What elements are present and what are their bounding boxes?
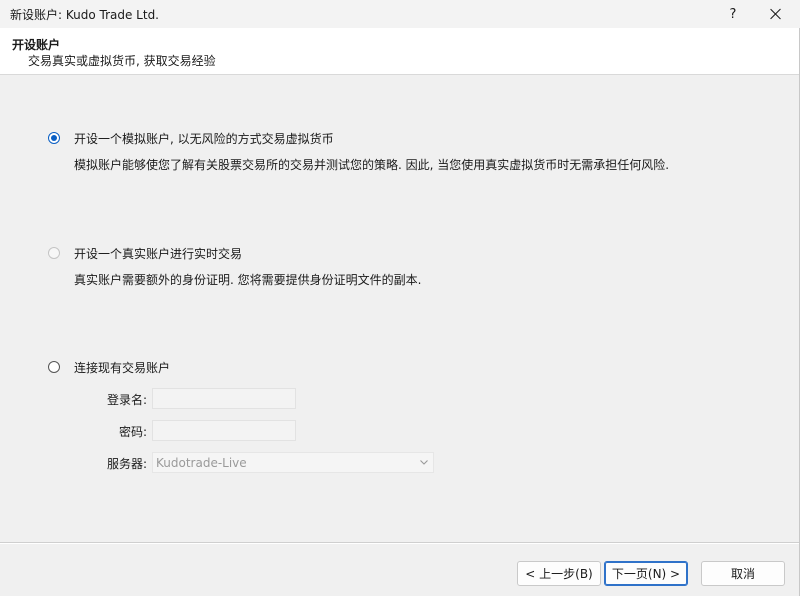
radio-demo-account[interactable] (48, 132, 60, 144)
radio-real-account[interactable] (48, 247, 60, 259)
title-bar: 新设账户: Kudo Trade Ltd. ? (0, 0, 800, 28)
chevron-down-icon (420, 460, 428, 465)
server-selected-value: Kudotrade-Live (156, 456, 247, 470)
radio-existing-account[interactable] (48, 361, 60, 373)
option-real-description: 真实账户需要额外的身份证明. 您将需要提供身份证明文件的副本. (74, 273, 422, 287)
login-label: 登录名: (107, 393, 148, 407)
page-title: 开设账户 (12, 38, 61, 52)
server-select[interactable]: Kudotrade-Live (152, 452, 434, 473)
next-button[interactable]: 下一页(N) > (604, 561, 688, 586)
login-input[interactable] (152, 388, 296, 409)
help-button[interactable]: ? (710, 0, 756, 28)
cancel-button[interactable]: 取消 (701, 561, 785, 586)
page-subtitle: 交易真实或虚拟货币, 获取交易经验 (28, 54, 216, 68)
help-icon: ? (729, 6, 737, 22)
option-real-label[interactable]: 开设一个真实账户进行实时交易 (74, 245, 242, 262)
close-button[interactable] (753, 0, 799, 28)
wizard-header: 开设账户 交易真实或虚拟货币, 获取交易经验 (0, 28, 799, 75)
window-title: 新设账户: Kudo Trade Ltd. (10, 8, 159, 22)
option-demo-label[interactable]: 开设一个模拟账户, 以无风险的方式交易虚拟货币 (74, 130, 334, 147)
password-label: 密码: (118, 425, 147, 439)
password-input[interactable] (152, 420, 296, 441)
close-icon (770, 8, 782, 20)
option-existing-label[interactable]: 连接现有交易账户 (74, 359, 170, 376)
option-demo-description: 模拟账户能够使您了解有关股票交易所的交易并测试您的策略. 因此, 当您使用真实虚… (74, 158, 670, 172)
back-button[interactable]: < 上一步(B) (517, 561, 601, 586)
server-label: 服务器: (106, 457, 147, 471)
new-account-dialog: 新设账户: Kudo Trade Ltd. ? 开设账户 交易真实或虚拟货币, … (0, 0, 800, 596)
